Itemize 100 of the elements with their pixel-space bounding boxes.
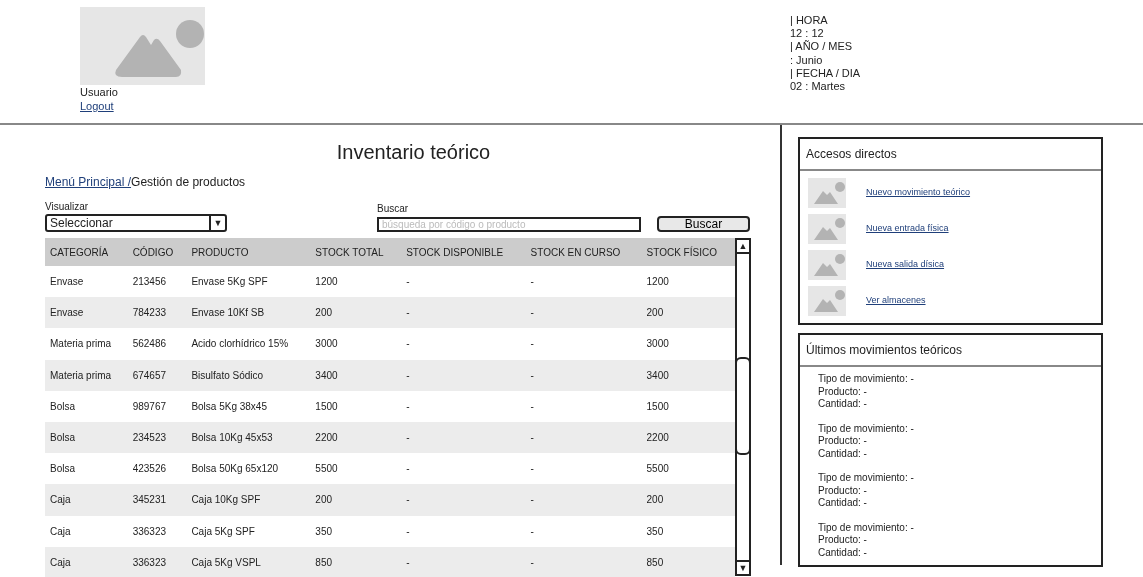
table-cell: Envase xyxy=(45,266,128,298)
table-cell: - xyxy=(401,390,526,422)
movement-quantity: Cantidad: - xyxy=(818,497,868,510)
table-cell: 200 xyxy=(310,484,402,516)
column-header: STOCK FÍSICO xyxy=(641,238,735,266)
clock-text: 12 : 12 xyxy=(790,27,825,40)
movement-type: Tipo de movimiento: - xyxy=(818,422,915,435)
table-cell: 5500 xyxy=(310,453,402,485)
table-cell: - xyxy=(525,453,642,485)
table-cell: 674657 xyxy=(127,359,187,391)
logout-link[interactable]: Logout xyxy=(80,100,114,113)
table-cell: - xyxy=(525,328,642,360)
table-cell: 213456 xyxy=(127,266,187,298)
table-cell: - xyxy=(401,297,526,329)
movement-type: Tipo de movimiento: - xyxy=(818,373,915,386)
clock-text: | HORA xyxy=(790,14,829,28)
table-cell: - xyxy=(401,453,526,485)
table-cell: Materia prima xyxy=(45,328,128,360)
table-cell: Bolsa xyxy=(45,453,128,485)
table-cell: Bolsa xyxy=(45,421,128,454)
table-cell: 562486 xyxy=(127,328,187,360)
table-cell: 850 xyxy=(641,546,735,577)
breadcrumb-current: Gestión de productos xyxy=(131,175,246,189)
movement-type: Tipo de movimiento: - xyxy=(818,521,915,534)
column-header: CÓDIGO xyxy=(127,238,187,266)
table-cell: - xyxy=(401,328,526,360)
table-cell: 350 xyxy=(310,515,402,547)
table-cell: 1200 xyxy=(310,266,402,298)
movement-product: Producto: - xyxy=(818,534,868,547)
table-cell: - xyxy=(525,515,642,547)
table-cell: 336323 xyxy=(127,515,187,547)
table-cell: - xyxy=(525,390,642,422)
image-placeholder-icon xyxy=(808,214,846,244)
shortcut-link[interactable]: Nuevo movimiento teórico xyxy=(866,186,971,200)
column-header: CATEGORÍA xyxy=(45,238,128,266)
table-cell: 784233 xyxy=(127,297,187,329)
table-cell: - xyxy=(401,546,526,577)
table-cell: - xyxy=(525,546,642,577)
breadcrumb-link[interactable]: Menú Principal / xyxy=(45,175,132,189)
clock-text: : Junio xyxy=(790,53,824,67)
table-cell: Caja 10Kg SPF xyxy=(186,484,311,516)
table-cell: - xyxy=(401,421,526,454)
scroll-up-button[interactable]: ▲ xyxy=(737,240,749,254)
scroll-down-button[interactable]: ▼ xyxy=(737,560,749,574)
table-cell: 2200 xyxy=(641,421,735,454)
table-cell: Envase xyxy=(45,297,128,329)
movement-quantity: Cantidad: - xyxy=(818,447,868,460)
user-label: Usuario xyxy=(80,85,119,100)
movement-quantity: Cantidad: - xyxy=(818,546,868,559)
table-cell: 200 xyxy=(310,297,402,329)
table-cell: 989767 xyxy=(127,390,187,422)
movement-product: Producto: - xyxy=(818,385,868,398)
panel-title: Accesos directos xyxy=(800,139,1101,171)
table-cell: 3400 xyxy=(310,359,402,391)
table-cell: Caja xyxy=(45,515,128,547)
table-cell: 1500 xyxy=(310,390,402,422)
filter-dropdown[interactable]: Seleccionar ▼ xyxy=(45,214,227,232)
clock-text: 02 : Martes xyxy=(790,79,847,94)
search-button[interactable]: Buscar xyxy=(657,216,750,232)
table-cell: 1500 xyxy=(641,390,735,422)
movement-product: Producto: - xyxy=(818,484,868,497)
table-cell: Caja 5Kg VSPL xyxy=(186,546,311,577)
column-header: STOCK EN CURSO xyxy=(525,238,642,266)
shortcut-link[interactable]: Ver almacenes xyxy=(866,294,926,308)
movement-type: Tipo de movimiento: - xyxy=(818,472,915,485)
table-cell: 3000 xyxy=(310,328,402,360)
table-cell: 200 xyxy=(641,297,735,329)
table-cell: - xyxy=(525,484,642,516)
table-cell: 200 xyxy=(641,484,735,516)
table-cell: - xyxy=(401,359,526,391)
table-cell: Caja 5Kg SPF xyxy=(186,515,311,547)
table-cell: 336323 xyxy=(127,546,187,577)
table-cell: Bisulfato Sódico xyxy=(186,359,311,391)
shortcut-link[interactable]: Nueva salida dísica xyxy=(866,258,945,272)
clock-text: | FECHA / DIA xyxy=(790,66,861,80)
image-placeholder-icon xyxy=(808,178,846,208)
table-cell: 1200 xyxy=(641,266,735,298)
table-cell: Acido clorhídrico 15% xyxy=(186,328,311,360)
table-cell: Envase 10Kf SB xyxy=(186,297,311,329)
table-cell: Bolsa 10Kg 45x53 xyxy=(186,421,311,454)
filter-label: Visualizar xyxy=(45,200,90,214)
scrollbar-thumb[interactable] xyxy=(735,357,751,455)
table-cell: - xyxy=(401,515,526,547)
movement-quantity: Cantidad: - xyxy=(818,398,868,411)
table-cell: - xyxy=(525,421,642,454)
panel-title: Últimos movimientos teóricos xyxy=(800,335,1101,367)
table-cell: 3400 xyxy=(641,359,735,391)
movement-product: Producto: - xyxy=(818,435,868,448)
table-cell: Caja xyxy=(45,484,128,516)
table-cell: - xyxy=(525,266,642,298)
table-cell: 345231 xyxy=(127,484,187,516)
image-placeholder-icon xyxy=(808,286,846,316)
table-cell: 5500 xyxy=(641,453,735,485)
search-field[interactable]: búsqueda por código o producto xyxy=(377,216,641,232)
table-cell: - xyxy=(401,484,526,516)
shortcut-link[interactable]: Nueva entrada física xyxy=(866,222,949,236)
table-cell: - xyxy=(525,297,642,329)
column-header: PRODUCTO xyxy=(186,238,311,266)
table-cell: Bolsa 5Kg 38x45 xyxy=(186,390,311,422)
table-cell: 423526 xyxy=(127,453,187,485)
